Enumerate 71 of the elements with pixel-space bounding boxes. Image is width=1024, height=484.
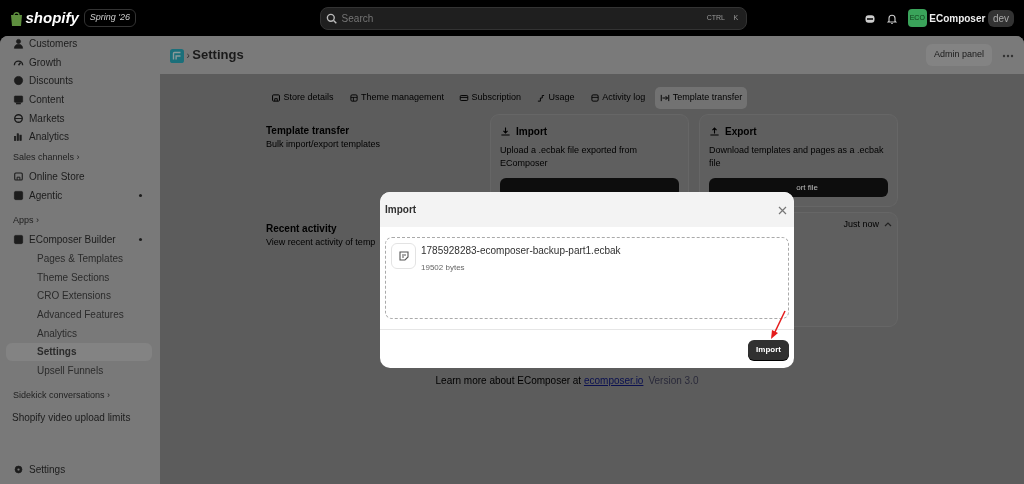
sidebar-item[interactable]: Customers: [6, 36, 152, 53]
section-subtitle: View recent activity of temp: [266, 235, 377, 249]
tab[interactable]: Store details: [266, 87, 339, 109]
transfer-icon: [660, 92, 671, 103]
store-icon: [13, 171, 24, 183]
sidebar-subitem[interactable]: CRO Extensions: [6, 286, 152, 306]
tab[interactable]: Subscription: [454, 87, 527, 109]
section-subtitle: Bulk import/export templates: [266, 137, 382, 151]
section-heading[interactable]: Sidekick conversations ›: [6, 389, 152, 403]
sidebar-subitem[interactable]: Theme Sections: [6, 267, 152, 287]
file-drop-zone[interactable]: 1785928283-ecomposer-backup-part1.ecbak 19502 bytes: [385, 237, 789, 319]
sidebar-link[interactable]: Shopify video upload limits: [6, 409, 152, 425]
page-title: Settings: [192, 46, 244, 65]
sidebar-item[interactable]: Online Store: [6, 167, 152, 187]
shopping-bag-icon: [10, 10, 23, 26]
sidebar-item[interactable]: Analytics: [6, 127, 152, 147]
breadcrumb-separator: ›: [186, 48, 190, 63]
file-name: 1785928283-ecomposer-backup-part1.ecbak: [421, 244, 621, 258]
import-button[interactable]: Import: [748, 340, 789, 360]
credit-card-icon: [459, 92, 470, 103]
sidebar-item[interactable]: EComposer Builder: [6, 230, 152, 250]
edition-badge: Spring '26: [83, 9, 137, 27]
file-icon: [391, 243, 416, 269]
dialog-title: Import: [385, 203, 417, 217]
close-icon[interactable]: [777, 205, 787, 215]
more-icon[interactable]: [1002, 53, 1014, 58]
card-title: Import: [516, 124, 548, 139]
bell-icon[interactable]: [885, 12, 898, 25]
chevron-up-icon[interactable]: [884, 220, 892, 229]
person-icon: [13, 37, 24, 49]
sidebar-item[interactable]: Discounts: [6, 71, 152, 91]
sidekick-icon[interactable]: [863, 12, 876, 25]
section-heading[interactable]: Sales channels ›: [6, 151, 152, 165]
search-icon: [326, 13, 338, 25]
card-title: Export: [725, 124, 757, 139]
sidebar-item[interactable]: Content: [6, 90, 152, 109]
store-icon: [271, 92, 281, 103]
activity-time: Just now: [843, 217, 879, 231]
download-icon: [500, 125, 511, 137]
sidebar-subitem[interactable]: Upsell Funnels: [6, 361, 152, 380]
section-heading[interactable]: Apps ›: [6, 214, 152, 228]
file-size: 19502 bytes: [421, 262, 466, 274]
upload-icon: [709, 125, 720, 137]
annotation-arrow: [768, 310, 788, 340]
tab[interactable]: Activity log: [584, 87, 651, 109]
sidebar-item[interactable]: Settings: [6, 460, 152, 479]
monitor-icon: [13, 93, 24, 105]
section-title: Recent activity: [266, 221, 338, 236]
sidebar-item[interactable]: Growth: [6, 52, 152, 72]
logo-text[interactable]: shopify: [25, 6, 79, 30]
bar-chart-icon: [13, 131, 24, 143]
footer-note: Learn more about EComposer at ecomposer.io: [435, 373, 644, 388]
section-title: Template transfer: [266, 123, 351, 138]
sidebar-subitem[interactable]: Analytics: [6, 323, 152, 343]
sidebar-subitem[interactable]: Advanced Features: [6, 305, 152, 324]
tab[interactable]: Theme management: [343, 87, 450, 109]
sidebar-subitem[interactable]: Settings: [6, 342, 152, 362]
tab[interactable]: Usage: [531, 87, 580, 109]
admin-panel-button[interactable]: Admin panel: [925, 44, 992, 66]
store-tag: dev: [987, 9, 1014, 27]
search-input[interactable]: Search: [339, 9, 702, 27]
card-text: Download templates and pages as a .ecbak file: [709, 143, 885, 170]
ecomposer-link[interactable]: ecomposer.io: [583, 374, 644, 386]
store-name[interactable]: EComposer: [929, 10, 986, 26]
settings-icon: [13, 464, 24, 476]
tab[interactable]: Template transfer: [655, 87, 748, 109]
sidebar-item[interactable]: Agentic: [6, 186, 152, 205]
sidebar-subitem[interactable]: Pages & Templates: [6, 249, 152, 268]
sidebar-item[interactable]: Markets: [6, 108, 152, 128]
export-button[interactable]: ort file: [709, 177, 888, 197]
card-text: Upload a .ecbak file exported from EComposer: [500, 143, 639, 170]
